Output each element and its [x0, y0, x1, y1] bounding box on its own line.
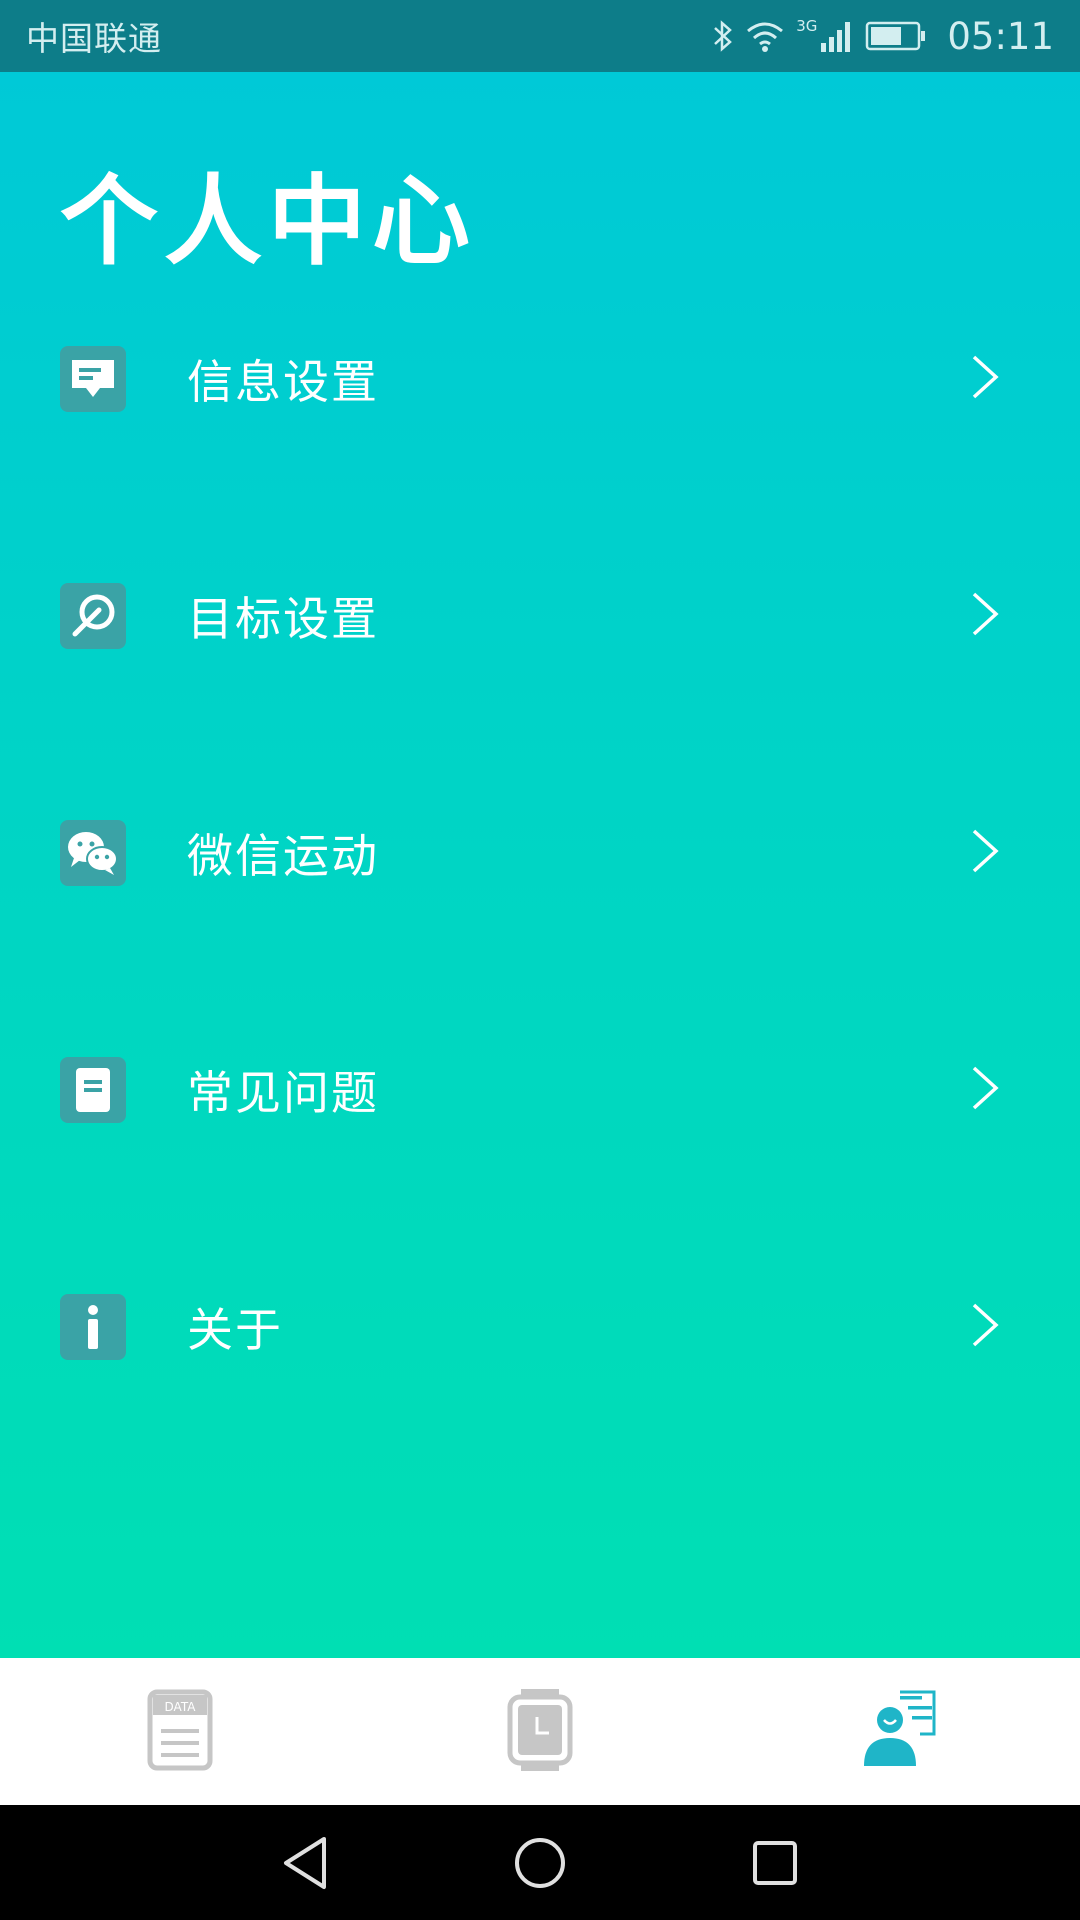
battery-icon	[865, 21, 927, 51]
data-report-icon: DATA	[147, 1689, 213, 1775]
menu-item-label: 常见问题	[187, 1066, 379, 1120]
data-icon-text: DATA	[165, 1700, 197, 1714]
system-navigation-bar	[0, 1805, 1080, 1920]
document-icon	[60, 1057, 126, 1123]
back-button[interactable]	[275, 1833, 335, 1893]
home-button[interactable]	[510, 1833, 570, 1893]
bottom-tab-bar: DATA	[0, 1658, 1080, 1805]
tab-watch[interactable]	[360, 1658, 720, 1805]
wechat-icon	[60, 820, 126, 886]
wifi-icon	[746, 19, 784, 53]
chevron-right-icon	[970, 591, 1000, 641]
menu-item-label: 信息设置	[187, 355, 379, 409]
menu-item-label: 目标设置	[187, 592, 379, 646]
menu-item-wechat-sport[interactable]: 微信运动	[0, 793, 1080, 913]
carrier-name: 中国联通	[26, 19, 162, 58]
main-content: 个人中心 信息设置 目标设置 微信运动 常见问题 关于	[0, 72, 1080, 1658]
chevron-right-icon	[970, 1302, 1000, 1352]
status-icons: 3G 05:11	[712, 15, 1054, 58]
network-type-label: 3G	[796, 17, 818, 35]
profile-icon	[860, 1690, 940, 1774]
info-icon	[60, 1294, 126, 1360]
page-title: 个人中心	[60, 165, 477, 279]
status-bar: 中国联通 3G 05:11	[0, 0, 1080, 72]
menu-item-info-settings[interactable]: 信息设置	[0, 319, 1080, 439]
menu-item-about[interactable]: 关于	[0, 1267, 1080, 1387]
clock: 05:11	[947, 14, 1054, 58]
recents-button[interactable]	[745, 1833, 805, 1893]
chevron-right-icon	[970, 354, 1000, 404]
menu-item-label: 关于	[187, 1303, 283, 1357]
message-icon	[60, 346, 126, 412]
chevron-right-icon	[970, 1065, 1000, 1115]
watch-icon	[507, 1687, 573, 1777]
menu-item-faq[interactable]: 常见问题	[0, 1030, 1080, 1150]
chevron-right-icon	[970, 828, 1000, 878]
signal-icon	[819, 19, 853, 53]
bluetooth-icon	[712, 18, 734, 54]
tab-profile[interactable]	[720, 1658, 1080, 1805]
target-icon	[60, 583, 126, 649]
menu-item-goal-settings[interactable]: 目标设置	[0, 556, 1080, 676]
menu-item-label: 微信运动	[187, 829, 379, 883]
tab-data[interactable]: DATA	[0, 1658, 360, 1805]
